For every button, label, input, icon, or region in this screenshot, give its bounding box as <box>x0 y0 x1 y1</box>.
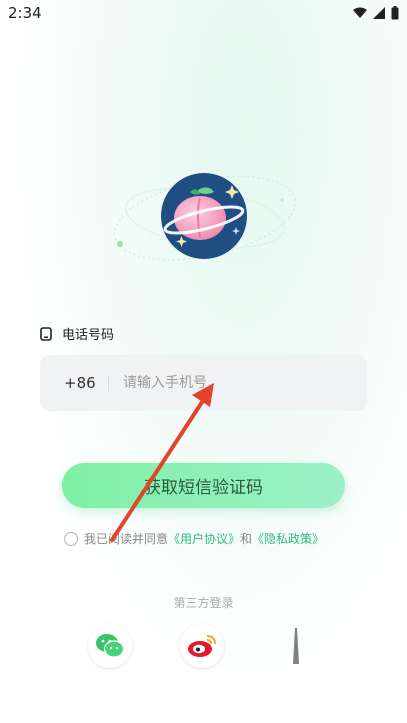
other-login-button[interactable] <box>274 624 318 668</box>
divider <box>108 375 109 391</box>
and-text: 和 <box>240 532 253 546</box>
wechat-icon <box>96 634 125 658</box>
agree-checkbox[interactable] <box>64 531 78 546</box>
user-agreement-link[interactable]: 《用户协议》 <box>168 530 240 547</box>
phone-label: 电话号码 <box>62 328 115 343</box>
weibo-login-button[interactable] <box>180 624 224 668</box>
weibo-icon <box>188 635 216 657</box>
privacy-policy-link[interactable]: 《隐私政策》 <box>252 530 324 547</box>
status-icons <box>353 6 399 20</box>
third-party-title: 第三方登录 <box>173 596 234 610</box>
phone-input-box[interactable]: +86 <box>40 355 367 411</box>
wifi-icon <box>353 7 367 18</box>
wechat-login-button[interactable] <box>88 624 132 668</box>
phone-input[interactable] <box>121 374 345 392</box>
app-logo <box>110 160 300 280</box>
third-login-icon <box>293 628 299 664</box>
battery-icon <box>391 6 399 20</box>
phone-label-row: 电话号码 <box>40 324 114 343</box>
status-bar: 2:34 <box>0 0 407 28</box>
agreement-row: 我已阅读并同意 《用户协议》 和 《隐私政策》 <box>64 530 324 547</box>
planet-logo-icon <box>114 173 296 261</box>
signal-icon <box>373 7 385 19</box>
get-sms-code-button[interactable]: 获取短信验证码 <box>62 463 345 508</box>
country-code[interactable]: +86 <box>64 374 96 392</box>
phone-icon <box>40 326 52 341</box>
status-time: 2:34 <box>8 4 42 22</box>
agree-text: 我已阅读并同意 <box>84 532 169 546</box>
